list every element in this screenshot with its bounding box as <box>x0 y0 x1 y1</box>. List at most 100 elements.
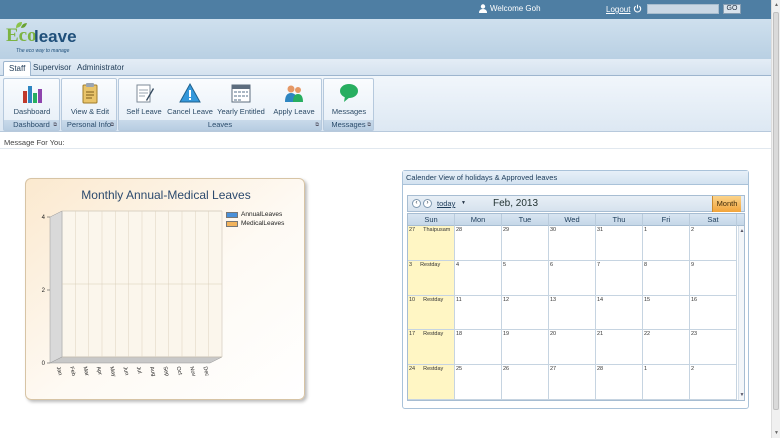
day-number: 29 <box>503 227 510 233</box>
cancel-leave-button[interactable]: Cancel Leave <box>167 82 213 120</box>
calendar-day-cell[interactable]: 2 <box>690 365 737 400</box>
calendar-toolbar: ‹ › today ▼ Feb, 2013 Month <box>407 195 745 212</box>
day-number: 5 <box>503 261 507 268</box>
calendar-scrollbar[interactable]: ▲ ▼ <box>738 226 744 400</box>
calendar-event[interactable]: Restday <box>423 331 443 337</box>
calendar-day-cell[interactable]: 22 <box>643 330 690 366</box>
day-number: 27 <box>409 227 416 233</box>
day-number: 17 <box>409 331 416 338</box>
ribbon-group-dashboard: Dashboard Dashboard ⧉ <box>3 78 60 131</box>
day-number: 22 <box>644 331 651 338</box>
go-button[interactable]: GO <box>723 4 741 14</box>
calendar-day-cell[interactable]: 17 Restday <box>408 330 455 366</box>
search-input[interactable] <box>647 4 719 14</box>
calendar-day-cell[interactable]: 10 Restday <box>408 295 455 331</box>
y-tick-label: 4 <box>42 215 46 221</box>
calendar-event[interactable]: Thaipusam <box>423 227 450 233</box>
expand-icon[interactable]: ⧉ <box>110 120 114 130</box>
dashboard-button-label: Dashboard <box>13 107 51 116</box>
tab-administrator[interactable]: Administrator <box>72 61 129 76</box>
messages-button[interactable]: Messages <box>327 82 371 120</box>
expand-icon[interactable]: ⧉ <box>315 120 319 130</box>
scroll-down-icon[interactable]: ▼ <box>739 392 745 398</box>
calendar-day-cell[interactable]: 19 <box>502 330 549 366</box>
calendar-day-cell[interactable]: 31 <box>596 226 643 261</box>
calendar-day-cell[interactable]: 14 <box>596 295 643 331</box>
apply-leave-button[interactable]: Apply Leave <box>272 82 316 120</box>
self-leave-button[interactable]: Self Leave <box>123 82 165 120</box>
month-view-button[interactable]: Month <box>712 196 741 212</box>
ribbon-group-messages: Messages Messages ⧉ <box>323 78 374 131</box>
calendar-day-cell[interactable]: 24 Restday <box>408 365 455 400</box>
x-tick-label: Feb <box>68 366 76 377</box>
calendar-day-cell[interactable]: 27 <box>549 365 596 400</box>
calendar-day-cell[interactable]: 30 <box>549 226 596 261</box>
calendar-day-cell[interactable]: 20 <box>549 330 596 366</box>
logout-link[interactable]: Logout <box>606 5 630 14</box>
clipboard-icon <box>82 83 98 104</box>
today-button[interactable]: today <box>437 199 455 208</box>
calendar-day-cell[interactable]: 4 <box>455 260 502 296</box>
calendar-day-cell[interactable]: 28 <box>455 226 502 261</box>
ribbon-group-label: Leaves ⧉ <box>119 120 321 130</box>
x-tick-label: Mar <box>81 366 89 377</box>
calendar-day-cell[interactable]: 6 <box>549 260 596 296</box>
day-number: 23 <box>691 331 698 338</box>
view-edit-button[interactable]: View & Edit <box>66 82 114 120</box>
scroll-up-icon[interactable]: ▲ <box>739 228 745 234</box>
divider <box>0 148 771 149</box>
chart-panel: Monthly Annual-Medical Leaves 0 2 4 Jan Feb M… <box>25 178 305 400</box>
calendar-day-cell[interactable]: 1 <box>643 226 690 261</box>
calendar-day-cell[interactable]: 8 <box>643 260 690 296</box>
calendar-day-cell[interactable]: 29 <box>502 226 549 261</box>
calendar-day-cell[interactable]: 5 <box>502 260 549 296</box>
calendar-day-cell[interactable]: 7 <box>596 260 643 296</box>
next-month-button[interactable]: › <box>423 199 432 208</box>
calendar-day-cell[interactable]: 12 <box>502 295 549 331</box>
calendar-day-cell[interactable]: 21 <box>596 330 643 366</box>
day-number: 16 <box>691 296 698 303</box>
calendar-day-cell[interactable]: 11 <box>455 295 502 331</box>
day-number: 26 <box>503 366 510 373</box>
user-icon <box>479 4 487 13</box>
page-scrollbar[interactable]: ▲ ▼ <box>771 0 780 438</box>
calendar-day-cell[interactable]: 13 <box>549 295 596 331</box>
calendar-icon <box>231 84 251 103</box>
calendar-event[interactable]: Restday <box>420 262 440 268</box>
yearly-entitled-button[interactable]: Yearly Entitled <box>216 82 266 120</box>
expand-icon[interactable]: ⧉ <box>367 120 371 130</box>
calendar-day-cell[interactable]: 9 <box>690 260 737 296</box>
scrollbar-thumb[interactable] <box>773 12 779 410</box>
calendar-day-cell[interactable]: 25 <box>455 365 502 400</box>
top-bar: Welcome Goh Logout GO <box>0 0 771 19</box>
power-icon[interactable] <box>633 4 642 13</box>
day-number: 15 <box>644 296 651 303</box>
calendar-day-cell[interactable]: 16 <box>690 295 737 331</box>
weekday-header: Sat <box>690 214 737 226</box>
calendar-day-cell[interactable]: 18 <box>455 330 502 366</box>
dashboard-button[interactable]: Dashboard <box>10 82 54 120</box>
x-tick-label: May <box>108 366 117 378</box>
calendar-day-cell[interactable]: 3 Restday <box>408 260 455 296</box>
expand-icon[interactable]: ⧉ <box>53 120 57 130</box>
day-number: 24 <box>409 366 416 373</box>
scroll-down-icon[interactable]: ▼ <box>772 430 780 436</box>
prev-month-button[interactable]: ‹ <box>412 199 421 208</box>
chevron-down-icon[interactable]: ▼ <box>461 200 466 206</box>
tab-supervisor[interactable]: Supervisor <box>28 61 76 76</box>
scroll-up-icon[interactable]: ▲ <box>772 2 780 8</box>
view-edit-label: View & Edit <box>70 107 110 116</box>
calendar-day-cell[interactable]: 27 Thaipusam <box>408 226 455 261</box>
calendar-event[interactable]: Restday <box>423 297 443 303</box>
day-number: 2 <box>691 227 695 233</box>
calendar-day-cell[interactable]: 2 <box>690 226 737 261</box>
calendar-event[interactable]: Restday <box>423 366 443 372</box>
x-tick-label: Jul <box>135 366 143 374</box>
calendar-day-cell[interactable]: 28 <box>596 365 643 400</box>
calendar-day-cell[interactable]: 23 <box>690 330 737 366</box>
calendar-day-cell[interactable]: 1 <box>643 365 690 400</box>
calendar-day-cell[interactable]: 26 <box>502 365 549 400</box>
x-tick-label: Sep <box>161 366 169 377</box>
calendar-day-cell[interactable]: 15 <box>643 295 690 331</box>
legend-label: MedicalLeaves <box>241 220 285 227</box>
